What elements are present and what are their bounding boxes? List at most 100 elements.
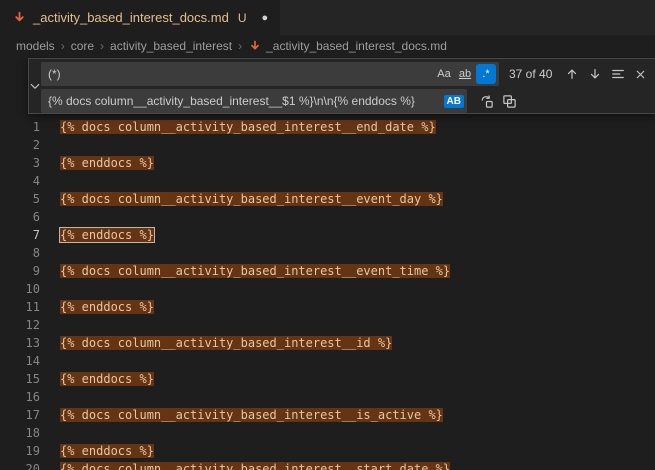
search-match: {% enddocs %} (60, 444, 154, 458)
line-number[interactable]: 9 (0, 262, 40, 280)
search-match: {% docs column__activity_based_interest_… (60, 408, 443, 422)
search-match: {% enddocs %} (60, 300, 154, 314)
breadcrumb-item-_activity_based_interest_docs.md[interactable]: _activity_based_interest_docs.md (248, 39, 447, 53)
breadcrumb-label: core (71, 39, 94, 53)
line-content: {% docs column__activity_based_interest_… (60, 262, 450, 280)
line-number[interactable]: 7 (0, 226, 40, 244)
breadcrumb-label: models (16, 39, 55, 53)
breadcrumb-item-models[interactable]: models (16, 39, 55, 53)
breadcrumb: models›core›activity_based_interest›_act… (0, 35, 655, 57)
find-input[interactable]: (*) Aa ab .* (41, 62, 499, 86)
tab-bar: _activity_based_interest_docs.md U ● (0, 0, 655, 35)
breadcrumb-separator: › (61, 39, 65, 53)
editor-line[interactable]: 2 (0, 136, 655, 154)
breadcrumb-separator: › (100, 39, 104, 53)
line-number[interactable]: 10 (0, 280, 40, 298)
editor-line[interactable]: 14 (0, 352, 655, 370)
editor-line[interactable]: 11 {% enddocs %} (0, 298, 655, 316)
search-match: {% docs column__activity_based_interest_… (60, 192, 443, 206)
replace-all-button[interactable] (498, 90, 521, 112)
search-match: {% docs column__activity_based_interest_… (60, 264, 450, 278)
line-number[interactable]: 18 (0, 424, 40, 442)
editor-line[interactable]: 6 (0, 208, 655, 226)
markdown-file-icon (12, 11, 26, 25)
whole-word-button[interactable]: ab (455, 64, 475, 84)
unsaved-changes-dot[interactable]: ● (262, 12, 269, 24)
editor-line[interactable]: 10 (0, 280, 655, 298)
line-content: {% enddocs %} (60, 226, 154, 244)
editor-line[interactable]: 5 {% docs column__activity_based_interest… (0, 190, 655, 208)
line-number[interactable]: 3 (0, 154, 40, 172)
editor-line[interactable]: 20 {% docs column__activity_based_interes… (0, 460, 655, 470)
editor-lines: 1 {% docs column__activity_based_interest… (0, 57, 655, 470)
breadcrumb-item-core[interactable]: core (71, 39, 94, 53)
editor-line[interactable]: 3 {% enddocs %} (0, 154, 655, 172)
line-number[interactable]: 20 (0, 460, 40, 470)
line-number[interactable]: 12 (0, 316, 40, 334)
replace-actions (475, 90, 521, 112)
line-number[interactable]: 11 (0, 298, 40, 316)
line-number[interactable]: 19 (0, 442, 40, 460)
line-number[interactable]: 2 (0, 136, 40, 154)
editor-line[interactable]: 4 (0, 172, 655, 190)
vscode-window: _activity_based_interest_docs.md U ● mod… (0, 0, 655, 470)
editor-line[interactable]: 19 {% enddocs %} (0, 442, 655, 460)
breadcrumb-label: _activity_based_interest_docs.md (266, 39, 447, 53)
editor-line[interactable]: 16 (0, 388, 655, 406)
line-number[interactable]: 4 (0, 172, 40, 190)
tab-title: _activity_based_interest_docs.md (33, 10, 229, 25)
line-number[interactable]: 8 (0, 244, 40, 262)
line-content: {% enddocs %} (60, 370, 154, 388)
line-content: {% enddocs %} (60, 298, 154, 316)
editor-line[interactable]: 13 {% docs column__activity_based_interes… (0, 334, 655, 352)
line-number[interactable]: 14 (0, 352, 40, 370)
line-content: {% docs column__activity_based_interest_… (60, 190, 443, 208)
tab-activity-docs[interactable]: _activity_based_interest_docs.md U ● (0, 0, 280, 35)
previous-match-button[interactable] (560, 63, 583, 85)
line-content: {% enddocs %} (60, 154, 154, 172)
editor-line[interactable]: 12 (0, 316, 655, 334)
editor-line[interactable]: 8 (0, 244, 655, 262)
search-match: {% enddocs %} (60, 156, 154, 170)
line-content: {% docs column__activity_based_interest_… (60, 118, 436, 136)
editor-line[interactable]: 1 {% docs column__activity_based_interest… (0, 118, 655, 136)
find-row: (*) Aa ab .* 37 of 40 (41, 62, 652, 86)
line-number[interactable]: 1 (0, 118, 40, 136)
editor-line[interactable]: 9 {% docs column__activity_based_interest… (0, 262, 655, 280)
line-number[interactable]: 13 (0, 334, 40, 352)
replace-button[interactable] (475, 90, 498, 112)
find-in-selection-button[interactable] (606, 63, 629, 85)
replace-row: {% docs column__activity_based_interest_… (41, 89, 652, 113)
line-content: {% docs column__activity_based_interest_… (60, 406, 443, 424)
close-find-button[interactable] (629, 63, 652, 85)
current-search-match: {% enddocs %} (60, 228, 154, 242)
next-match-button[interactable] (583, 63, 606, 85)
match-case-button[interactable]: Aa (434, 64, 454, 84)
line-content: {% docs column__activity_based_interest_… (60, 334, 392, 352)
editor-line[interactable]: 17 {% docs column__activity_based_interes… (0, 406, 655, 424)
preserve-case-button[interactable]: AB (444, 95, 464, 108)
editor-line[interactable]: 18 (0, 424, 655, 442)
editor-line[interactable]: 15 {% enddocs %} (0, 370, 655, 388)
search-match: {% docs column__activity_based_interest_… (60, 462, 450, 470)
editor-line[interactable]: 7 {% enddocs %} (0, 226, 655, 244)
git-status-badge: U (238, 11, 247, 25)
line-number[interactable]: 6 (0, 208, 40, 226)
toggle-replace-chevron[interactable] (29, 59, 41, 113)
search-match: {% docs column__activity_based_interest_… (60, 336, 392, 350)
line-number[interactable]: 5 (0, 190, 40, 208)
results-count: 37 of 40 (509, 67, 552, 81)
line-number[interactable]: 15 (0, 370, 40, 388)
breadcrumb-item-activity_based_interest[interactable]: activity_based_interest (110, 39, 232, 53)
markdown-file-icon (248, 39, 262, 53)
search-match: {% docs column__activity_based_interest_… (60, 120, 436, 134)
line-number[interactable]: 17 (0, 406, 40, 424)
replace-input[interactable]: {% docs column__activity_based_interest_… (41, 89, 467, 113)
regex-button[interactable]: .* (476, 64, 496, 84)
line-number[interactable]: 16 (0, 388, 40, 406)
breadcrumb-label: activity_based_interest (110, 39, 232, 53)
search-match: {% enddocs %} (60, 372, 154, 386)
editor-pane[interactable]: 1 {% docs column__activity_based_interest… (0, 57, 655, 470)
replace-value: {% docs column__activity_based_interest_… (48, 94, 438, 108)
line-content: {% enddocs %} (60, 442, 154, 460)
